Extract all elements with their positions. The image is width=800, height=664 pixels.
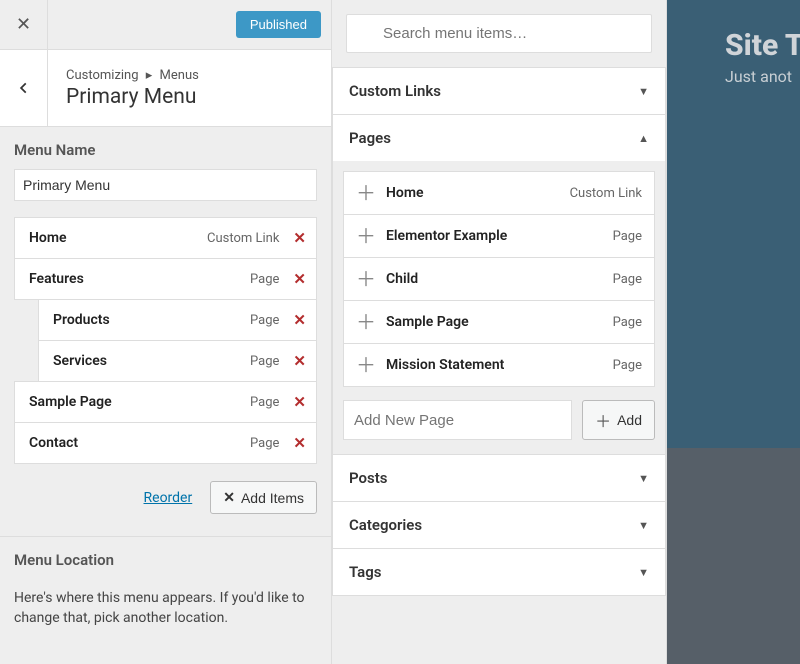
menu-item-row[interactable]: Products Page ✕ (38, 299, 317, 341)
publish-status-button[interactable]: Published (236, 11, 321, 38)
available-page-title: Child (386, 271, 418, 287)
customizer-topbar: ✕ Published (0, 0, 331, 50)
remove-menu-item-button[interactable]: ✕ (293, 270, 306, 288)
add-items-button-label: Add Items (241, 490, 304, 506)
menu-item-name: Sample Page (29, 394, 112, 410)
available-page-kind: Page (613, 358, 642, 373)
available-page-kind: Page (613, 229, 642, 244)
remove-menu-item-button[interactable]: ✕ (293, 229, 306, 247)
breadcrumb-separator-icon: ▸ (142, 68, 157, 83)
chevron-left-icon (17, 81, 31, 95)
add-new-page-button[interactable]: ＋ Add (582, 400, 655, 440)
accordion-custom-links[interactable]: Custom Links ▼ (332, 67, 666, 115)
close-icon: ✕ (223, 489, 235, 506)
accordion-label: Categories (349, 516, 422, 534)
customizer-panel: ✕ Published Customizing ▸ Menus Primary … (0, 0, 332, 664)
plus-icon: ＋ (595, 408, 611, 432)
add-items-button[interactable]: ✕ Add Items (210, 481, 317, 514)
breadcrumb-leaf: Menus (160, 68, 199, 83)
available-items-panel: Custom Links ▼ Pages ▲ ＋HomeCustom Link＋… (332, 0, 667, 664)
menu-item-name: Home (29, 230, 67, 246)
menu-item-type: Custom Link (207, 231, 279, 246)
search-menu-items-input[interactable] (346, 14, 652, 53)
accordion-pages-body: ＋ Home Custom Link ＋ Elementor Example Page ＋ C… (332, 161, 666, 455)
breadcrumb-root: Customizing (66, 68, 139, 83)
available-page-title: Home (386, 185, 424, 201)
plus-icon: ＋ (356, 312, 376, 332)
available-page-row[interactable]: ＋ Elementor Example Page (343, 214, 655, 258)
menu-name-label: Menu Name (14, 141, 317, 159)
menu-item-row[interactable]: Home Custom Link ✕ (14, 217, 317, 259)
chevron-down-icon: ▼ (638, 85, 649, 98)
menu-location-description: Here's where this menu appears. If you'd… (0, 589, 331, 642)
panel-header-text: Customizing ▸ Menus Primary Menu (48, 54, 199, 123)
search-section (332, 0, 666, 67)
remove-menu-item-button[interactable]: ✕ (293, 434, 306, 452)
menu-item-name: Services (53, 353, 107, 369)
preview-site-tagline: Just anot (725, 67, 800, 86)
available-page-row[interactable]: ＋ Home Custom Link (343, 171, 655, 215)
menu-item-type: Page (250, 395, 279, 410)
remove-menu-item-button[interactable]: ✕ (293, 352, 306, 370)
accordion-categories[interactable]: Categories ▼ (332, 501, 666, 549)
panel-title: Primary Menu (66, 85, 199, 109)
menu-item-row[interactable]: Features Page ✕ (14, 258, 317, 300)
accordion-pages[interactable]: Pages ▲ (332, 114, 666, 162)
add-new-page-button-label: Add (617, 412, 642, 428)
menu-item-row[interactable]: Services Page ✕ (38, 340, 317, 382)
available-page-row[interactable]: ＋ Child Page (343, 257, 655, 301)
accordion-label: Posts (349, 469, 387, 487)
available-page-title: Mission Statement (386, 357, 504, 373)
chevron-down-icon: ▼ (638, 519, 649, 532)
menu-item-name: Products (53, 312, 110, 328)
chevron-down-icon: ▼ (638, 566, 649, 579)
accordion-tags[interactable]: Tags ▼ (332, 548, 666, 596)
remove-menu-item-button[interactable]: ✕ (293, 393, 306, 411)
add-new-page-row: ＋ Add (343, 400, 655, 440)
plus-icon: ＋ (356, 269, 376, 289)
available-page-row[interactable]: ＋ Mission Statement Page (343, 343, 655, 387)
accordion-label: Custom Links (349, 82, 441, 100)
accordion-label: Pages (349, 129, 391, 147)
available-page-kind: Page (613, 272, 642, 287)
reorder-link[interactable]: Reorder (144, 490, 193, 506)
menu-item-name: Features (29, 271, 84, 287)
back-button[interactable] (0, 50, 48, 126)
breadcrumb: Customizing ▸ Menus (66, 68, 199, 83)
menu-item-type: Page (250, 272, 279, 287)
available-page-kind: Custom Link (570, 186, 642, 201)
menu-item-name: Contact (29, 435, 78, 451)
chevron-up-icon: ▲ (638, 132, 649, 145)
available-page-kind: Page (613, 315, 642, 330)
plus-icon: ＋ (356, 183, 376, 203)
chevron-down-icon: ▼ (638, 472, 649, 485)
menu-item-type: Page (250, 436, 279, 451)
menu-item-type: Page (250, 354, 279, 369)
menu-location-heading: Menu Location (14, 551, 317, 569)
close-customizer-button[interactable]: ✕ (0, 0, 48, 50)
accordion-posts[interactable]: Posts ▼ (332, 454, 666, 502)
menu-item-type: Page (250, 313, 279, 328)
remove-menu-item-button[interactable]: ✕ (293, 311, 306, 329)
available-page-row[interactable]: ＋ Sample Page Page (343, 300, 655, 344)
site-preview-body (667, 448, 800, 664)
menu-name-section: Menu Name (0, 127, 331, 211)
menu-item-row[interactable]: Sample Page Page ✕ (14, 381, 317, 423)
site-preview: Site Ti Just anot (667, 0, 800, 448)
close-icon: ✕ (16, 14, 31, 35)
menu-items-list: Home Custom Link ✕ Features Page ✕ Products Pag… (0, 211, 331, 464)
plus-icon: ＋ (356, 355, 376, 375)
available-page-title: Elementor Example (386, 228, 507, 244)
add-new-page-input[interactable] (343, 400, 572, 440)
available-page-title: Sample Page (386, 314, 469, 330)
panel-header: Customizing ▸ Menus Primary Menu (0, 50, 331, 127)
accordion-label: Tags (349, 563, 382, 581)
menu-item-row[interactable]: Contact Page ✕ (14, 422, 317, 464)
preview-site-title: Site Ti (725, 28, 800, 63)
menu-location-section: Menu Location (0, 537, 331, 589)
plus-icon: ＋ (356, 226, 376, 246)
menu-name-input[interactable] (14, 169, 317, 201)
menu-items-actions: Reorder ✕ Add Items (0, 463, 331, 532)
